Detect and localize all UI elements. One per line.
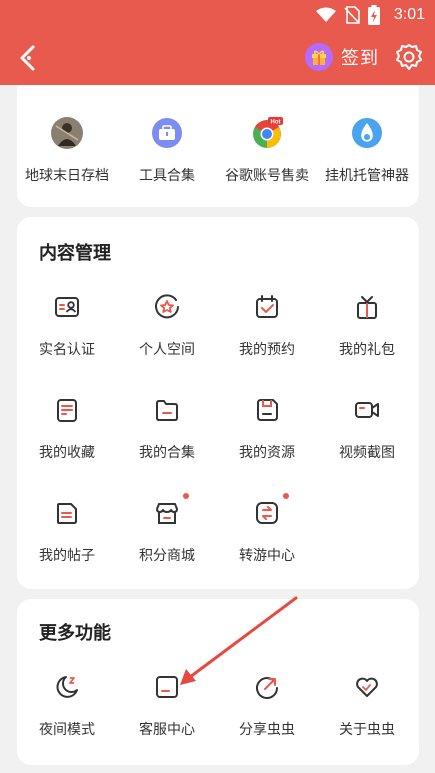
- no-sim-icon: [344, 6, 360, 24]
- item-label: 我的合集: [139, 445, 195, 461]
- item-my-posts[interactable]: 我的帖子: [17, 495, 117, 565]
- collection-icon: [49, 392, 85, 428]
- star-circle-icon: [149, 289, 185, 325]
- item-label: 分享虫虫: [239, 722, 295, 738]
- item-label: 积分商城: [139, 548, 195, 564]
- svg-text:Hot: Hot: [271, 120, 281, 126]
- notification-badge: [283, 493, 289, 499]
- item-label: 个人空间: [139, 342, 195, 358]
- calendar-check-icon: [249, 289, 285, 325]
- gift-box-icon: [349, 289, 385, 325]
- item-label: 我的预约: [239, 342, 295, 358]
- app-item-tool-collection[interactable]: 工具合集: [117, 115, 217, 185]
- gift-icon: [305, 43, 333, 71]
- item-label: 实名认证: [39, 342, 95, 358]
- item-share-app[interactable]: 分享虫虫: [217, 669, 317, 739]
- item-my-gift[interactable]: 我的礼包: [317, 289, 417, 359]
- checkin-label: 签到: [341, 48, 379, 69]
- app-label: 地球末日存档: [25, 168, 109, 184]
- app-bar: 签到: [0, 30, 435, 85]
- content-management-card: 内容管理 实名认证 个人空间 我的预约 我的礼包 我的收藏 我的合集 我的资源 …: [17, 217, 419, 589]
- floppy-icon: [249, 392, 285, 428]
- item-video-screenshot[interactable]: 视频截图: [317, 392, 417, 462]
- item-my-favorites[interactable]: 我的收藏: [17, 392, 117, 462]
- transfer-icon: [249, 493, 289, 531]
- item-label: 关于虫虫: [339, 722, 395, 738]
- item-label: 转游中心: [239, 548, 295, 564]
- share-icon: [249, 669, 285, 705]
- id-card-icon: [49, 289, 85, 325]
- item-customer-service[interactable]: 客服中心: [117, 669, 217, 739]
- video-icon: [349, 392, 385, 428]
- item-real-name-auth[interactable]: 实名认证: [17, 289, 117, 359]
- item-label: 我的收藏: [39, 445, 95, 461]
- feedback-icon: [149, 669, 185, 705]
- item-personal-space[interactable]: 个人空间: [117, 289, 217, 359]
- item-label: 视频截图: [339, 445, 395, 461]
- section-title: 内容管理: [39, 243, 111, 264]
- app-label: 挂机托管神器: [325, 168, 409, 184]
- water-drop-icon: [349, 115, 385, 151]
- app-item-hosting-tool[interactable]: 挂机托管神器: [317, 115, 417, 185]
- post-icon: [49, 495, 85, 531]
- item-my-reservation[interactable]: 我的预约: [217, 289, 317, 359]
- app-label: 工具合集: [139, 168, 195, 184]
- app-item-earth-doomsday[interactable]: 地球末日存档: [17, 115, 117, 185]
- item-my-resources[interactable]: 我的资源: [217, 392, 317, 462]
- app-item-google-account[interactable]: Hot 谷歌账号售卖: [217, 115, 317, 185]
- back-arrow-icon[interactable]: [16, 44, 40, 72]
- store-icon: [149, 493, 189, 531]
- checkin-button[interactable]: 签到: [305, 43, 379, 71]
- notification-badge: [183, 493, 189, 499]
- item-night-mode[interactable]: 夜间模式: [17, 669, 117, 739]
- item-my-collection[interactable]: 我的合集: [117, 392, 217, 462]
- wifi-icon: [315, 7, 336, 22]
- folder-icon: [149, 392, 185, 428]
- battery-charging-icon: [367, 5, 380, 25]
- item-points-mall[interactable]: 积分商城: [117, 493, 217, 565]
- top-apps-card: 地球末日存档 工具合集 Hot 谷歌账号售卖 挂机托管神器: [17, 85, 419, 207]
- settings-gear-icon[interactable]: [395, 43, 423, 71]
- item-about-app[interactable]: 关于虫虫: [317, 669, 417, 739]
- item-label: 我的资源: [239, 445, 295, 461]
- toolbox-icon: [149, 115, 185, 151]
- section-title: 更多功能: [39, 623, 111, 644]
- item-label: 夜间模式: [39, 722, 95, 738]
- more-features-card: 更多功能 夜间模式 客服中心 分享虫虫 关于虫虫: [17, 599, 419, 765]
- item-label: 我的帖子: [39, 548, 95, 564]
- item-label: 我的礼包: [339, 342, 395, 358]
- moon-icon: [49, 669, 85, 705]
- item-transfer-center[interactable]: 转游中心: [217, 493, 317, 565]
- game-avatar-icon: [49, 115, 85, 151]
- status-bar: 3:01: [0, 0, 435, 30]
- app-label: 谷歌账号售卖: [225, 168, 309, 184]
- item-label: 客服中心: [139, 722, 195, 738]
- clock: 3:01: [393, 6, 425, 23]
- chrome-hot-icon: Hot: [249, 115, 285, 151]
- heart-icon: [349, 669, 385, 705]
